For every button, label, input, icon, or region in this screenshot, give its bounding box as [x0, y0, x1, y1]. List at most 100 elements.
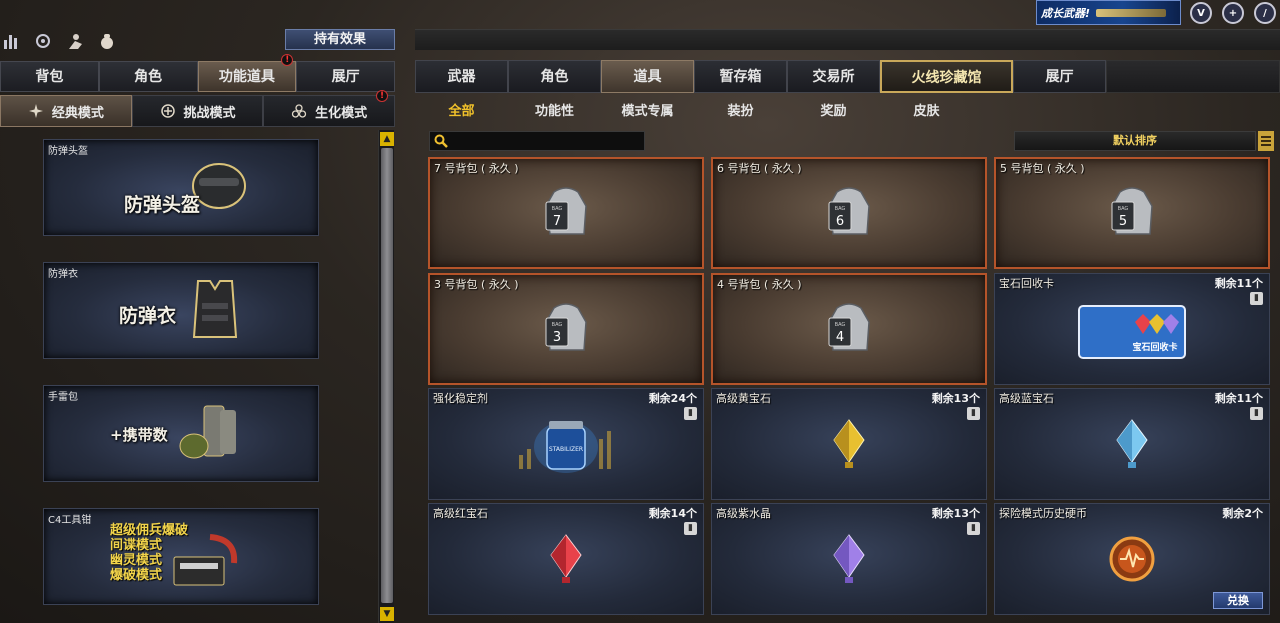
trash-icon[interactable]: ▮ [967, 522, 980, 535]
exchange-button[interactable]: 兑换 [1213, 592, 1263, 609]
equipment-card-grenade[interactable]: 手雷包 +携带数 [43, 385, 319, 482]
item-name: 4 号背包 ( 永久 ) [717, 278, 802, 291]
tab-function-items[interactable]: 功能道具 ! [197, 54, 297, 92]
tab-showroom-right[interactable]: 展厅 [1013, 60, 1106, 93]
rifle-icon [1096, 8, 1167, 17]
item-card[interactable]: 高级蓝宝石 剩余11个 ▮ [994, 388, 1270, 500]
backpack-icon: BAG 5 [1111, 187, 1153, 235]
tab-challenge-mode-label: 挑战模式 [183, 105, 236, 121]
scroll-thumb[interactable] [381, 148, 393, 603]
item-card[interactable]: 探险模式历史硬币 剩余2个 兑换 [994, 503, 1270, 615]
item-remaining-count: 剩余11个 [1214, 277, 1263, 290]
tab-characters[interactable]: 角色 [508, 60, 601, 93]
vip-v-icon[interactable]: V [1190, 2, 1212, 24]
tab-biohazard-mode[interactable]: 生化模式 ! [263, 90, 396, 127]
refresh-icon[interactable] [32, 30, 54, 52]
equipment-list: 防弹头盔 防弹头盔 防弹衣 防弹衣 手雷包 +携带数 C4工具钳 超级佣兵爆破 … [0, 130, 378, 623]
alert-icon: ! [281, 54, 294, 66]
item-name: 3 号背包 ( 永久 ) [434, 278, 519, 291]
tab-collection-hall[interactable]: 火线珍藏馆 [880, 60, 1013, 93]
trash-icon[interactable]: ▮ [684, 522, 697, 535]
tab-function-items-label: 功能道具 [218, 69, 275, 85]
tab-bar-filler [1106, 60, 1280, 93]
item-name: 5 号背包 ( 永久 ) [1000, 162, 1085, 175]
trash-icon[interactable]: ▮ [967, 407, 980, 420]
item-card[interactable]: 3 号背包 ( 永久 ) BAG 3 [428, 273, 704, 385]
crosshair-icon[interactable]: + [1222, 2, 1244, 24]
equipment-card-vest[interactable]: 防弹衣 防弹衣 [43, 262, 319, 359]
search-input[interactable] [429, 131, 645, 151]
jar-label: STABILIZER [549, 446, 583, 453]
item-card[interactable]: 5 号背包 ( 永久 ) BAG 5 [994, 157, 1270, 269]
grenade-icon [179, 405, 236, 459]
equipment-big-text: 防弹头盔 [124, 194, 201, 216]
sword-icon[interactable]: / [1254, 2, 1276, 24]
subtab-mode-exclusive[interactable]: 模式专属 [601, 100, 694, 119]
character-icon[interactable] [64, 30, 86, 52]
item-name: 强化稳定剂 [433, 392, 488, 405]
left-scrollbar[interactable]: ▲ ▼ [378, 130, 394, 623]
ranking-icon[interactable] [0, 30, 22, 52]
c4-mode-item: 幽灵模式 [110, 553, 163, 568]
growth-weapon-banner[interactable]: 成长武器! [1036, 0, 1181, 25]
tab-weapons[interactable]: 武器 [415, 60, 508, 93]
svg-text:BAG: BAG [552, 322, 563, 328]
item-card[interactable]: 4 号背包 ( 永久 ) BAG 4 [711, 273, 987, 385]
swords-icon [160, 104, 175, 118]
backpack-icon: BAG 4 [828, 303, 870, 351]
subtab-dress-up[interactable]: 装扮 [694, 100, 787, 119]
tab-items[interactable]: 道具 [601, 60, 694, 93]
item-card[interactable]: 高级黄宝石 剩余13个 ▮ [711, 388, 987, 500]
scroll-up-icon[interactable]: ▲ [380, 132, 394, 146]
sort-menu-icon[interactable] [1258, 131, 1274, 151]
tab-bag[interactable]: 背包 [0, 61, 99, 92]
tab-character[interactable]: 角色 [98, 61, 198, 92]
trash-icon[interactable]: ▮ [1250, 292, 1263, 305]
subtab-skins[interactable]: 皮肤 [880, 100, 973, 119]
equipment-card-c4[interactable]: C4工具钳 超级佣兵爆破 间谍模式 幽灵模式 爆破模式 [43, 508, 319, 605]
item-remaining-count: 剩余13个 [931, 392, 980, 405]
trash-icon[interactable]: ▮ [1250, 407, 1263, 420]
promo-text: 成长武器! [1041, 6, 1091, 20]
item-remaining-count: 剩余2个 [1222, 507, 1263, 520]
c4-mode-list: 超级佣兵爆破 间谍模式 幽灵模式 爆破模式 [110, 523, 188, 583]
item-card[interactable]: 强化稳定剂 剩余24个 ▮ STABILIZER [428, 388, 704, 500]
tab-storage-box[interactable]: 暂存箱 [694, 60, 787, 93]
sort-dropdown[interactable]: 默认排序 [1014, 131, 1256, 151]
item-card[interactable]: 宝石回收卡 剩余11个 ▮ 宝石回收卡 [994, 273, 1270, 385]
item-name: 宝石回收卡 [999, 277, 1054, 290]
trash-icon[interactable]: ▮ [684, 407, 697, 420]
tab-challenge-mode[interactable]: 挑战模式 [131, 95, 264, 127]
subtab-rewards[interactable]: 奖励 [787, 100, 880, 119]
holding-effect-button[interactable]: 持有效果 [285, 29, 395, 50]
gem-recycle-card-icon: 宝石回收卡 [1078, 305, 1186, 359]
subtab-functional[interactable]: 功能性 [508, 100, 601, 119]
red-gem-icon [550, 534, 582, 583]
bag-number: 5 [1119, 214, 1127, 229]
left-category-tabs: 背包 角色 功能道具 ! 展厅 [0, 54, 395, 92]
subtab-all[interactable]: 全部 [415, 100, 508, 119]
bag-icon[interactable] [96, 30, 118, 52]
sub-filter-tabs: 全部 功能性 模式专属 装扮 奖励 皮肤 [415, 96, 1280, 122]
backpack-icon: BAG 3 [545, 303, 587, 351]
bag-number: 4 [836, 330, 844, 345]
item-card[interactable]: 7 号背包 ( 永久 ) BAG 7 [428, 157, 704, 269]
biohazard-icon [292, 104, 307, 118]
c4-mode-item: 超级佣兵爆破 [110, 523, 189, 538]
equipment-card-helmet[interactable]: 防弹头盔 防弹头盔 [43, 139, 319, 236]
backpack-icon: BAG 6 [828, 187, 870, 235]
item-card[interactable]: 高级紫水晶 剩余13个 ▮ [711, 503, 987, 615]
card-label: 宝石回收卡 [1132, 341, 1177, 353]
blue-gem-icon [1116, 419, 1148, 468]
mode-tabs: 经典模式 挑战模式 生化模式 ! [0, 90, 396, 127]
item-card[interactable]: 6 号背包 ( 永久 ) BAG 6 [711, 157, 987, 269]
svg-text:BAG: BAG [1118, 206, 1129, 212]
tab-classic-mode[interactable]: 经典模式 [0, 95, 132, 127]
alert-icon: ! [376, 90, 389, 102]
item-card[interactable]: 高级红宝石 剩余14个 ▮ [428, 503, 704, 615]
item-remaining-count: 剩余24个 [648, 392, 697, 405]
tab-exchange[interactable]: 交易所 [787, 60, 880, 93]
item-name: 6 号背包 ( 永久 ) [717, 162, 802, 175]
scroll-down-icon[interactable]: ▼ [380, 607, 394, 621]
tab-showroom[interactable]: 展厅 [296, 61, 395, 92]
